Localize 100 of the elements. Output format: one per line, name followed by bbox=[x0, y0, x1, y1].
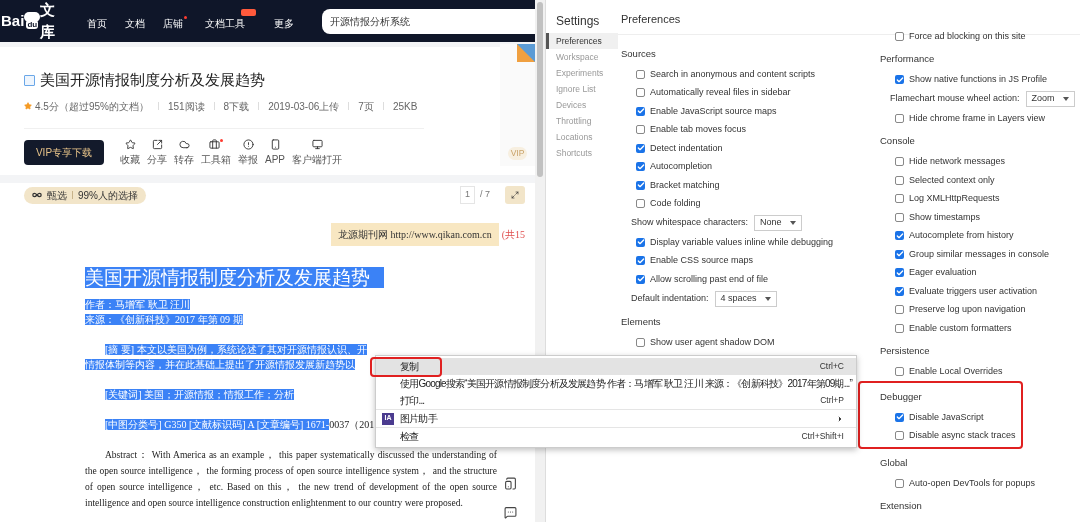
checkbox-label: Disable JavaScript bbox=[909, 410, 984, 424]
checkbox-label: Bracket matching bbox=[650, 178, 720, 192]
checkbox-label: Show user agent shadow DOM bbox=[650, 336, 775, 349]
toolbar-action[interactable]: 转存 bbox=[174, 138, 194, 167]
toolbar-action[interactable]: 举报 bbox=[238, 138, 258, 167]
checkbox[interactable] bbox=[895, 31, 904, 41]
caret-icon bbox=[764, 296, 771, 301]
nav-link[interactable]: 文档工具 bbox=[205, 16, 245, 31]
search-field[interactable]: 开源情报分析系统 bbox=[322, 8, 535, 34]
checkbox-label: Enable tab moves focus bbox=[650, 123, 747, 136]
checkbox-label: Hide network messages bbox=[909, 155, 1006, 168]
toolbar-action[interactable]: 工具箱 bbox=[201, 138, 231, 167]
nav-link[interactable]: 更多 bbox=[274, 16, 294, 31]
settings-nav-item[interactable]: Preferences bbox=[546, 33, 618, 49]
menu-item[interactable]: 复制 Ctrl+C bbox=[376, 358, 856, 375]
menu-item[interactable]: 打印... Ctrl+P bbox=[376, 392, 856, 409]
nav-link[interactable]: 文档 bbox=[125, 16, 145, 31]
checkbox[interactable] bbox=[636, 338, 645, 348]
checkbox[interactable] bbox=[636, 125, 645, 135]
checkbox-label: Code folding bbox=[650, 197, 701, 210]
pick-pill[interactable]: 甄选 99%人的选择 bbox=[24, 186, 146, 204]
checkbox[interactable] bbox=[636, 180, 645, 190]
checkbox[interactable] bbox=[895, 175, 904, 185]
toolbar-action[interactable]: 客户端打开 bbox=[292, 138, 342, 167]
checkbox[interactable] bbox=[895, 113, 904, 123]
checkbox[interactable] bbox=[636, 256, 645, 266]
nav-link[interactable]: 店铺 bbox=[163, 16, 183, 31]
article-text: 作者：马增军 耿卫 汪川 bbox=[85, 299, 190, 310]
article-text: [关键词] 美国；开源情报；情报工作；分析 bbox=[105, 389, 295, 400]
article-text: 情报体制等内容，并在此基础上提出了开源情报发展新趋势以 bbox=[85, 359, 355, 370]
checkbox[interactable] bbox=[636, 274, 645, 284]
checkbox[interactable] bbox=[895, 286, 904, 296]
document-meta: 2019-03-06上传 bbox=[268, 99, 340, 114]
site-logo[interactable]: Bai du 文库 bbox=[0, 0, 70, 44]
page-number-field[interactable]: 1 bbox=[459, 186, 475, 204]
source-banner: 龙源期刊网 http://www.qikan.com.cn bbox=[330, 223, 499, 246]
checkbox[interactable] bbox=[895, 431, 904, 441]
section-title: Global bbox=[880, 455, 908, 470]
checkbox[interactable] bbox=[636, 237, 645, 247]
phone-icon bbox=[269, 138, 281, 150]
checkbox[interactable] bbox=[636, 88, 645, 98]
menu-item[interactable]: 检查 Ctrl+Shift+I bbox=[376, 428, 856, 445]
article-text: 来源：《创新科技》2017 年第 09 期 bbox=[85, 314, 243, 325]
checkbox[interactable] bbox=[895, 75, 904, 85]
checkbox[interactable] bbox=[895, 367, 904, 377]
checkbox-label: Selected context only bbox=[909, 173, 995, 187]
checkbox-label: Display variable values inline while debugging bbox=[650, 235, 834, 249]
article-text: 0037（201 bbox=[329, 419, 375, 430]
checkbox[interactable] bbox=[895, 157, 904, 167]
checkbox[interactable] bbox=[636, 69, 645, 79]
settings-title: Settings bbox=[555, 13, 601, 30]
cloud-icon bbox=[178, 138, 190, 150]
checkbox[interactable] bbox=[636, 143, 645, 153]
checkbox-label: Detect indentation bbox=[650, 141, 723, 155]
briefcase-icon bbox=[209, 138, 220, 150]
section-title: Extension bbox=[880, 499, 922, 514]
word-file-icon bbox=[24, 74, 35, 86]
page-title: Preferences bbox=[621, 11, 681, 27]
select-field[interactable]: None bbox=[754, 215, 802, 231]
checkbox[interactable] bbox=[895, 305, 904, 315]
checkbox[interactable] bbox=[895, 478, 904, 488]
menu-item[interactable]: 使用Google搜索“美国开源情报制度分析及发展趋势 作者：马增军 耿卫 汪川 来源：《创新科技》2017年第09期...” bbox=[376, 375, 856, 392]
toolbar-action[interactable]: APP bbox=[265, 138, 285, 167]
checkbox[interactable] bbox=[636, 106, 645, 116]
page-total: / 7 bbox=[480, 188, 490, 202]
article-text: [摘 要] 本文以美国为例，系统论述了其对开源情报认识、开 bbox=[105, 344, 367, 355]
checkbox-label: Disable async stack traces bbox=[909, 429, 1016, 442]
checkbox[interactable] bbox=[895, 268, 904, 278]
new-badge bbox=[241, 9, 256, 16]
comment-icon[interactable] bbox=[504, 506, 517, 519]
section-title: Sources bbox=[621, 46, 656, 61]
checkbox[interactable] bbox=[895, 212, 904, 222]
document-meta: 4.5分（超过95%的文档） bbox=[35, 99, 149, 114]
checkbox-label: Allow scrolling past end of file bbox=[650, 272, 769, 286]
checkbox-label: Show native functions in JS Profile bbox=[909, 73, 1048, 86]
checkbox[interactable] bbox=[636, 199, 645, 209]
section-title: Persistence bbox=[880, 344, 930, 359]
checkbox-label: Show timestamps bbox=[909, 210, 981, 224]
tablet-icon[interactable] bbox=[504, 477, 517, 490]
checkbox[interactable] bbox=[895, 323, 904, 333]
section-title: Performance bbox=[880, 52, 935, 67]
checkbox[interactable] bbox=[895, 412, 904, 422]
checkbox-label: Force ad blocking on this site bbox=[909, 29, 1026, 43]
checkbox-label: Autocomplete from history bbox=[909, 229, 1014, 242]
caret-icon bbox=[1062, 97, 1069, 101]
alert-icon bbox=[242, 138, 254, 150]
fullscreen-button[interactable] bbox=[505, 186, 525, 204]
checkbox[interactable] bbox=[636, 162, 645, 172]
select-field[interactable]: 4 spaces bbox=[714, 290, 777, 307]
toolbar-action[interactable]: 收藏 bbox=[120, 138, 140, 167]
rating-star-icon bbox=[24, 102, 32, 110]
checkbox[interactable] bbox=[895, 231, 904, 241]
vip-download-button[interactable]: VIP专享下载 bbox=[24, 140, 104, 165]
nav-link[interactable]: 首页 bbox=[87, 16, 107, 31]
checkbox[interactable] bbox=[895, 194, 904, 204]
checkbox-label: Log XMLHttpRequests bbox=[909, 192, 1000, 205]
select-field[interactable]: Zoom bbox=[1025, 91, 1075, 107]
document-meta: 25KB bbox=[392, 99, 418, 114]
checkbox[interactable] bbox=[895, 249, 904, 259]
toolbar-action[interactable]: 分享 bbox=[147, 138, 167, 167]
